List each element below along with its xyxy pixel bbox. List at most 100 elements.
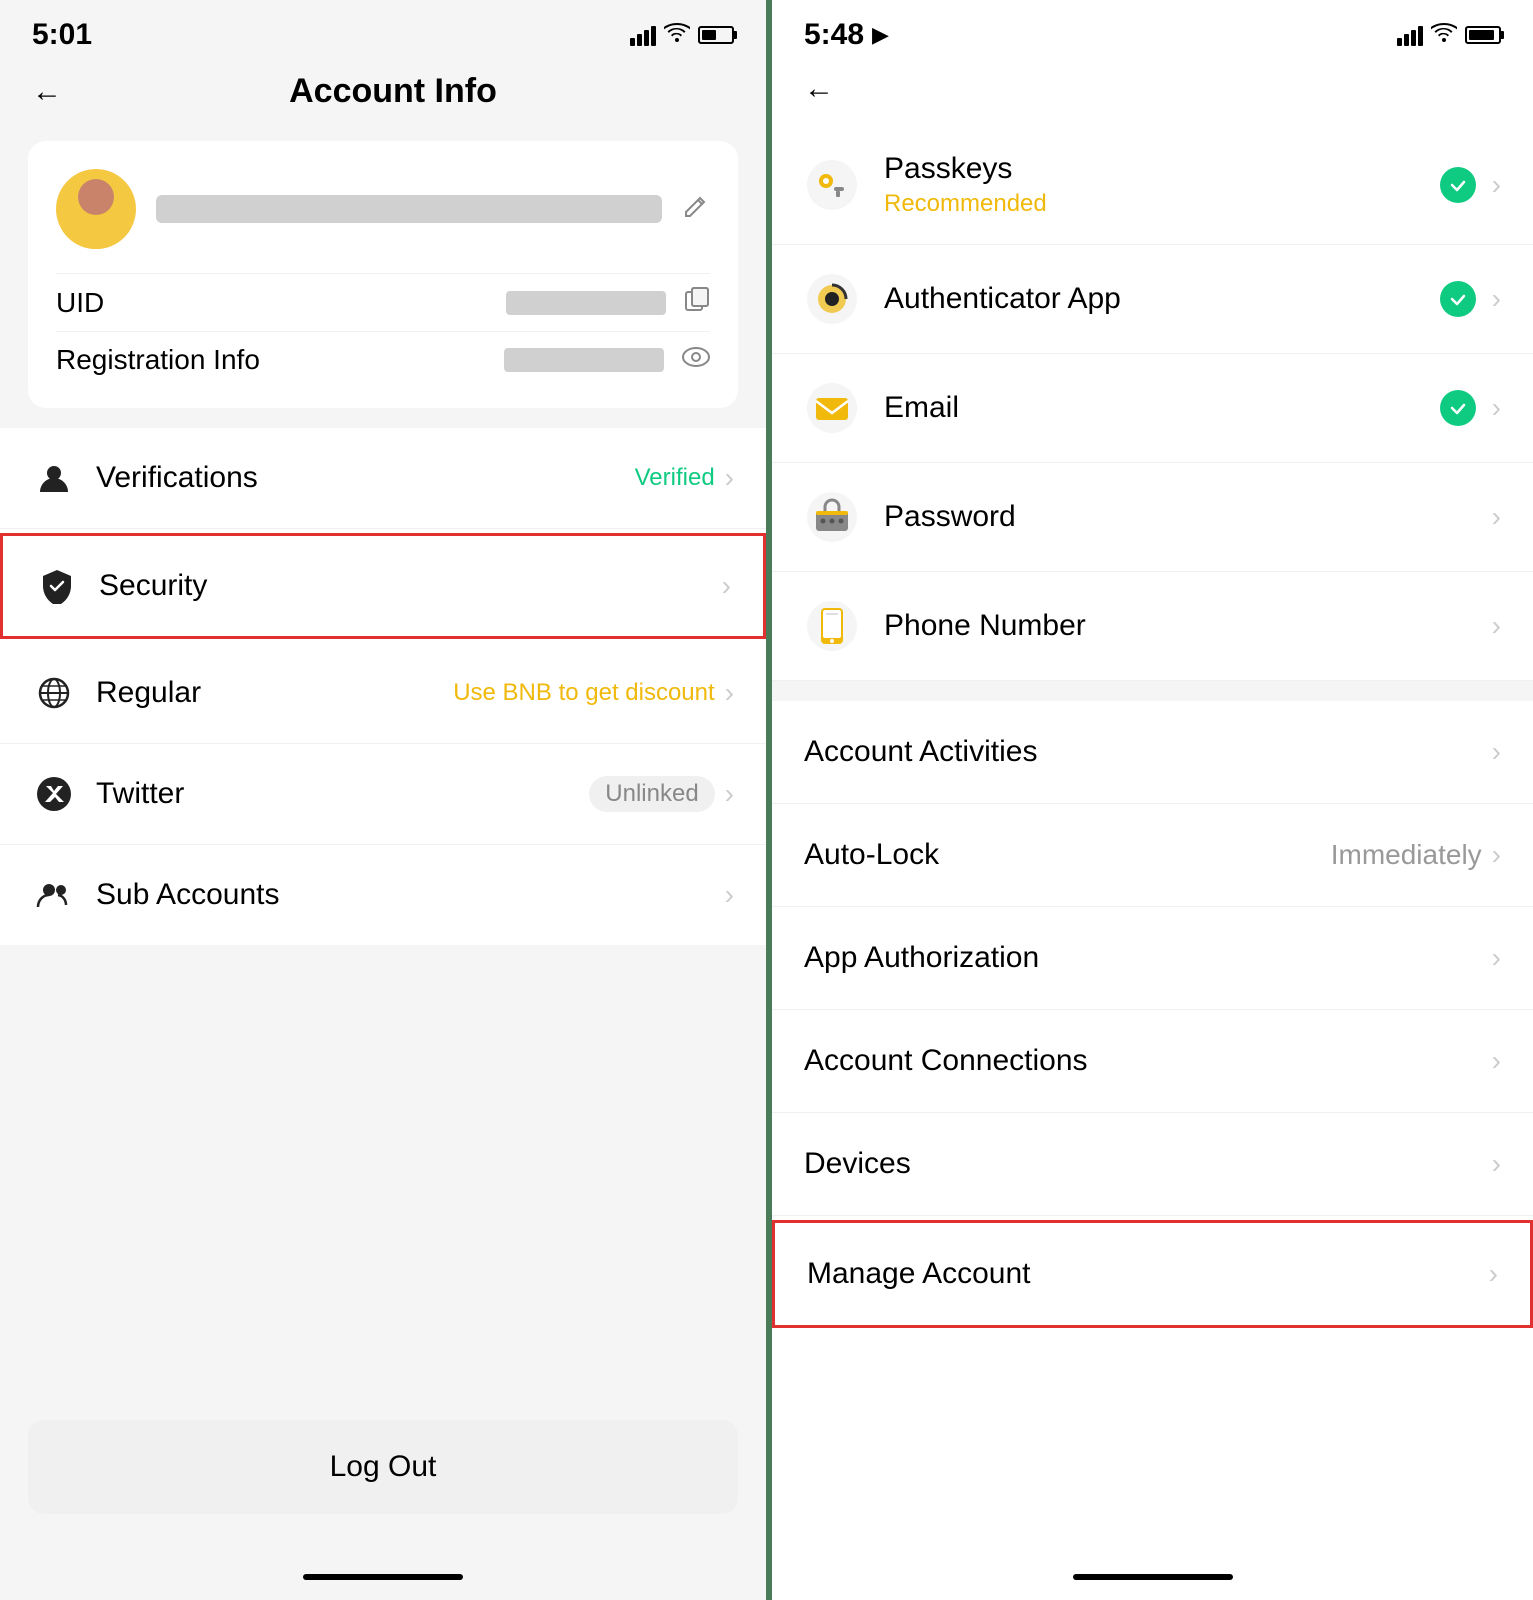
regular-label: Regular [96,676,453,710]
email-chevron: › [1492,392,1501,424]
shield-icon [35,564,79,608]
username-blur [156,195,662,223]
right-home-indicator [1073,1574,1233,1580]
people-icon [32,873,76,917]
email-text: Email [884,391,1440,425]
right-wifi-icon [1431,22,1457,48]
reg-label: Registration Info [56,344,260,376]
right-battery-icon [1465,26,1501,44]
plain-item-auto-lock[interactable]: Auto-Lock Immediately › [772,804,1533,907]
uid-label: UID [56,287,104,319]
manage-account-label: Manage Account [807,1257,1489,1291]
unlinked-badge: Unlinked [589,776,714,812]
phone-text: Phone Number [884,609,1492,643]
profile-top [56,169,710,249]
left-home-indicator [303,1574,463,1580]
registration-row: Registration Info [56,331,710,388]
uid-right [506,286,710,319]
twitter-chevron: › [725,778,734,810]
devices-chevron: › [1492,1148,1501,1180]
security-item-passkeys[interactable]: Passkeys Recommended › [772,126,1533,245]
verified-badge: Verified [635,464,715,492]
menu-item-subaccounts[interactable]: Sub Accounts › [0,845,766,945]
password-text: Password [884,500,1492,534]
phone-chevron: › [1492,610,1501,642]
passkey-icon [804,157,860,213]
account-connections-label: Account Connections [804,1044,1492,1078]
bnb-badge: Use BNB to get discount [453,679,714,707]
passkeys-check [1440,167,1476,203]
left-back-button[interactable]: ← [32,75,62,109]
manage-account-chevron: › [1489,1258,1498,1290]
profile-card: UID Registration Info [28,141,738,408]
app-authorization-chevron: › [1492,942,1501,974]
security-label: Security [99,569,722,603]
logout-button[interactable]: Log Out [28,1420,738,1514]
right-status-bar: 5:48 ▶ [772,0,1533,62]
left-panel: 5:01 ← Account Info [0,0,766,1600]
menu-item-regular[interactable]: Regular Use BNB to get discount › [0,643,766,744]
plain-item-account-activities[interactable]: Account Activities › [772,701,1533,804]
auto-lock-sub: Immediately [1331,839,1482,871]
globe-icon [32,671,76,715]
passkeys-text: Passkeys Recommended [884,152,1440,218]
left-status-bar: 5:01 [0,0,766,62]
verifications-label: Verifications [96,461,635,495]
right-back-button[interactable]: ← [804,72,834,106]
right-signal [1397,24,1423,46]
menu-item-security[interactable]: Security › [0,533,766,639]
left-signal [630,24,656,46]
reg-right [504,346,710,374]
left-battery-fill [702,30,716,40]
plain-item-devices[interactable]: Devices › [772,1113,1533,1216]
security-chevron: › [722,570,731,602]
menu-item-verifications[interactable]: Verifications Verified › [0,428,766,529]
auto-lock-label: Auto-Lock [804,838,1331,872]
security-list: Passkeys Recommended › Authenticator App [772,126,1533,1574]
person-icon [32,456,76,500]
devices-label: Devices [804,1147,1492,1181]
email-icon [804,380,860,436]
left-wifi-icon [664,22,690,48]
passkeys-subtitle: Recommended [884,190,1440,218]
app-authorization-label: App Authorization [804,941,1492,975]
left-page-title: Account Info [82,72,704,111]
passkeys-chevron: › [1492,169,1501,201]
security-item-authenticator[interactable]: Authenticator App › [772,245,1533,354]
authenticator-icon [804,271,860,327]
left-time: 5:01 [32,18,92,52]
left-status-icons [630,22,734,48]
right-battery-fill [1469,30,1494,40]
reg-value [504,348,664,372]
email-title: Email [884,391,1440,425]
security-item-phone[interactable]: Phone Number › [772,572,1533,681]
avatar [56,169,136,249]
password-icon [804,489,860,545]
security-item-email[interactable]: Email › [772,354,1533,463]
copy-icon[interactable] [684,286,710,319]
subaccounts-chevron: › [725,879,734,911]
plain-item-app-authorization[interactable]: App Authorization › [772,907,1533,1010]
right-status-icons [1397,22,1501,48]
subaccounts-label: Sub Accounts [96,878,725,912]
twitter-label: Twitter [96,777,589,811]
menu-section: Verifications Verified › Security › [0,428,766,945]
uid-value [506,291,666,315]
authenticator-check [1440,281,1476,317]
edit-icon[interactable] [682,192,710,227]
menu-item-twitter[interactable]: Twitter Unlinked › [0,744,766,845]
authenticator-chevron: › [1492,283,1501,315]
plain-item-manage-account[interactable]: Manage Account › [772,1220,1533,1328]
uid-row: UID [56,273,710,331]
verifications-chevron: › [725,462,734,494]
eye-icon[interactable] [682,346,710,374]
passkeys-title: Passkeys [884,152,1440,186]
security-item-password[interactable]: Password › [772,463,1533,572]
plain-item-account-connections[interactable]: Account Connections › [772,1010,1533,1113]
twitter-icon [32,772,76,816]
right-panel: 5:48 ▶ ← [766,0,1533,1600]
password-chevron: › [1492,501,1501,533]
section-divider [772,681,1533,701]
left-nav-header: ← Account Info [0,62,766,131]
authenticator-title: Authenticator App [884,282,1440,316]
